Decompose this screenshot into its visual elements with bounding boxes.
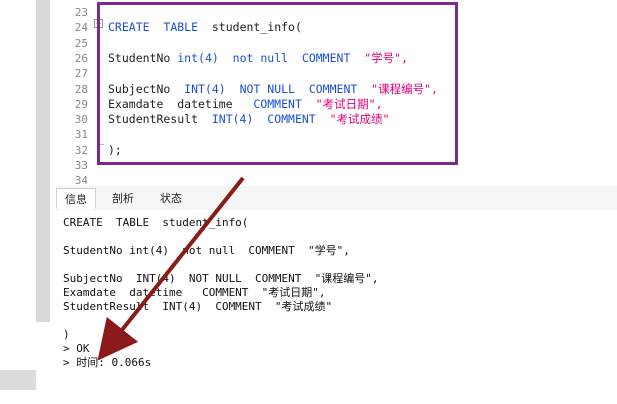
line-number: 32 bbox=[74, 143, 88, 157]
line-number: 31 bbox=[74, 128, 88, 142]
output-line: > OK bbox=[63, 342, 90, 355]
result-tabbar: 信息 剖析 状态 bbox=[56, 186, 617, 211]
output-line: Examdate datetime COMMENT "考试日期", bbox=[63, 286, 326, 299]
output-line: StudentResult INT(4) COMMENT "考试成绩" bbox=[63, 300, 333, 313]
line-number: 24 bbox=[74, 21, 88, 35]
left-panel bbox=[0, 0, 36, 404]
line-number: 25 bbox=[74, 36, 88, 50]
left-scrollbar-track[interactable] bbox=[36, 0, 50, 322]
line-number: 26 bbox=[74, 51, 88, 65]
output-line: ) bbox=[63, 328, 70, 341]
line-number: 29 bbox=[74, 97, 88, 111]
line-number: 23 bbox=[74, 6, 88, 19]
output-line: StudentNo int(4) not null COMMENT "学号", bbox=[63, 244, 350, 257]
output-line: CREATE TABLE student_info( bbox=[63, 216, 249, 229]
tab-profile[interactable]: 剖析 bbox=[104, 188, 142, 209]
left-panel-item[interactable] bbox=[0, 370, 36, 390]
output-line: SubjectNo INT(4) NOT NULL COMMENT "课程编号"… bbox=[63, 272, 379, 285]
message-output-panel: CREATE TABLE student_info( StudentNo int(… bbox=[56, 210, 617, 404]
line-number: 27 bbox=[74, 67, 88, 81]
line-number-gutter: 23 24 25 26 27 28 29 30 31 32 33 34 bbox=[56, 0, 90, 187]
output-line: > 时间: 0.066s bbox=[63, 356, 152, 369]
line-number: 33 bbox=[74, 159, 88, 172]
tab-status[interactable]: 状态 bbox=[152, 188, 190, 209]
tab-info[interactable]: 信息 bbox=[56, 188, 96, 209]
line-number: 28 bbox=[74, 82, 88, 96]
line-number: 30 bbox=[74, 113, 88, 127]
highlight-annotation-box bbox=[97, 2, 458, 165]
